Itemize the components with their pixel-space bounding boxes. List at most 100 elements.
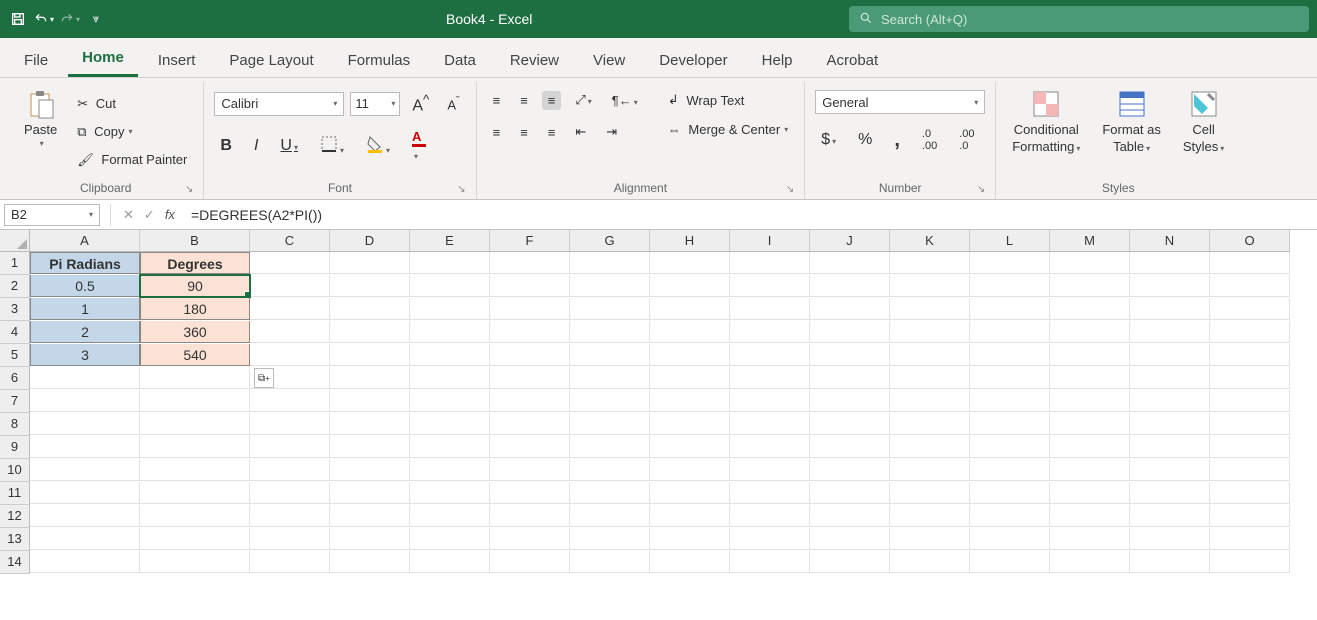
cell[interactable] bbox=[1210, 298, 1290, 320]
italic-button[interactable]: I bbox=[248, 135, 264, 157]
cell[interactable] bbox=[330, 275, 410, 297]
row-header[interactable]: 13 bbox=[0, 528, 30, 551]
cell[interactable] bbox=[490, 321, 570, 343]
cell[interactable] bbox=[30, 413, 140, 435]
cell[interactable] bbox=[1130, 298, 1210, 320]
cell[interactable] bbox=[1130, 367, 1210, 389]
cell[interactable] bbox=[330, 505, 410, 527]
cell[interactable] bbox=[650, 390, 730, 412]
cell[interactable] bbox=[250, 528, 330, 550]
cell[interactable] bbox=[730, 436, 810, 458]
cell[interactable] bbox=[410, 275, 490, 297]
cell[interactable]: 180 bbox=[140, 298, 250, 320]
cell[interactable] bbox=[490, 551, 570, 573]
cell[interactable] bbox=[490, 367, 570, 389]
cell[interactable] bbox=[1050, 367, 1130, 389]
cell[interactable] bbox=[140, 390, 250, 412]
cell[interactable] bbox=[810, 252, 890, 274]
row-header[interactable]: 6 bbox=[0, 367, 30, 390]
cell[interactable] bbox=[410, 321, 490, 343]
cell[interactable] bbox=[410, 298, 490, 320]
cell[interactable]: 0.5 bbox=[30, 275, 140, 297]
conditional-formatting-button[interactable]: Conditional Formatting▾ bbox=[1006, 84, 1086, 179]
font-name-select[interactable]: Calibri▾ bbox=[214, 92, 344, 116]
cell[interactable] bbox=[650, 298, 730, 320]
cell-styles-button[interactable]: Cell Styles▾ bbox=[1177, 84, 1230, 179]
cell[interactable] bbox=[730, 482, 810, 504]
cell[interactable] bbox=[970, 436, 1050, 458]
cell[interactable] bbox=[730, 298, 810, 320]
cell[interactable] bbox=[1050, 252, 1130, 274]
cell[interactable] bbox=[730, 321, 810, 343]
cell[interactable] bbox=[1130, 482, 1210, 504]
tab-file[interactable]: File bbox=[10, 42, 62, 77]
cell[interactable] bbox=[490, 413, 570, 435]
column-header[interactable]: C bbox=[250, 230, 330, 252]
align-center-icon[interactable]: ≡ bbox=[514, 123, 534, 142]
cell[interactable] bbox=[810, 344, 890, 366]
formula-input[interactable]: =DEGREES(A2*PI()) bbox=[181, 200, 1317, 229]
cell[interactable] bbox=[140, 551, 250, 573]
column-header[interactable]: H bbox=[650, 230, 730, 252]
cell[interactable] bbox=[30, 528, 140, 550]
align-bottom-icon[interactable]: ≡ bbox=[542, 91, 562, 110]
cell[interactable] bbox=[650, 482, 730, 504]
row-header[interactable]: 4 bbox=[0, 321, 30, 344]
cell[interactable] bbox=[810, 551, 890, 573]
row-header[interactable]: 2 bbox=[0, 275, 30, 298]
qat-customize-icon[interactable]: ⩔ bbox=[86, 9, 106, 29]
cell[interactable] bbox=[30, 551, 140, 573]
cell[interactable] bbox=[730, 344, 810, 366]
tab-data[interactable]: Data bbox=[430, 42, 490, 77]
cell[interactable] bbox=[1210, 252, 1290, 274]
cell[interactable] bbox=[250, 252, 330, 274]
column-header[interactable]: J bbox=[810, 230, 890, 252]
cell[interactable] bbox=[570, 390, 650, 412]
cell[interactable] bbox=[490, 275, 570, 297]
align-left-icon[interactable]: ≡ bbox=[487, 123, 507, 142]
format-as-table-button[interactable]: Format as Table▾ bbox=[1096, 84, 1167, 179]
undo-icon[interactable]: ▾ bbox=[34, 9, 54, 29]
cell[interactable] bbox=[490, 252, 570, 274]
search-box[interactable] bbox=[849, 6, 1309, 32]
cell[interactable]: 360 bbox=[140, 321, 250, 343]
cell[interactable] bbox=[730, 275, 810, 297]
cell[interactable] bbox=[810, 436, 890, 458]
cell[interactable] bbox=[140, 459, 250, 481]
cell[interactable] bbox=[890, 551, 970, 573]
cell[interactable] bbox=[810, 367, 890, 389]
cell[interactable] bbox=[1050, 436, 1130, 458]
number-format-select[interactable]: General▾ bbox=[815, 90, 985, 114]
cell[interactable] bbox=[1210, 321, 1290, 343]
cell[interactable] bbox=[140, 482, 250, 504]
cell[interactable] bbox=[330, 390, 410, 412]
cell[interactable] bbox=[650, 252, 730, 274]
row-header[interactable]: 9 bbox=[0, 436, 30, 459]
row-header[interactable]: 8 bbox=[0, 413, 30, 436]
cell[interactable] bbox=[650, 413, 730, 435]
cell[interactable] bbox=[970, 505, 1050, 527]
cell[interactable] bbox=[1050, 275, 1130, 297]
cell[interactable] bbox=[1210, 551, 1290, 573]
cell[interactable] bbox=[140, 528, 250, 550]
column-header[interactable]: A bbox=[30, 230, 140, 252]
tab-help[interactable]: Help bbox=[748, 42, 807, 77]
tab-home[interactable]: Home bbox=[68, 39, 138, 77]
cell[interactable] bbox=[890, 528, 970, 550]
cell[interactable] bbox=[570, 344, 650, 366]
cell[interactable] bbox=[250, 551, 330, 573]
cell[interactable] bbox=[1130, 390, 1210, 412]
cell[interactable] bbox=[250, 275, 330, 297]
cell[interactable] bbox=[30, 505, 140, 527]
cell[interactable] bbox=[650, 505, 730, 527]
decrease-font-icon[interactable]: Aˇ bbox=[441, 93, 465, 114]
worksheet-grid[interactable]: ABCDEFGHIJKLMNO1Pi RadiansDegrees20.5903… bbox=[0, 230, 1317, 574]
cell[interactable] bbox=[890, 275, 970, 297]
cell[interactable] bbox=[1130, 321, 1210, 343]
cell[interactable] bbox=[730, 459, 810, 481]
cell[interactable] bbox=[570, 482, 650, 504]
cell[interactable] bbox=[890, 459, 970, 481]
cell[interactable] bbox=[570, 505, 650, 527]
cell[interactable] bbox=[30, 390, 140, 412]
font-color-button[interactable]: A▾ bbox=[406, 127, 432, 164]
